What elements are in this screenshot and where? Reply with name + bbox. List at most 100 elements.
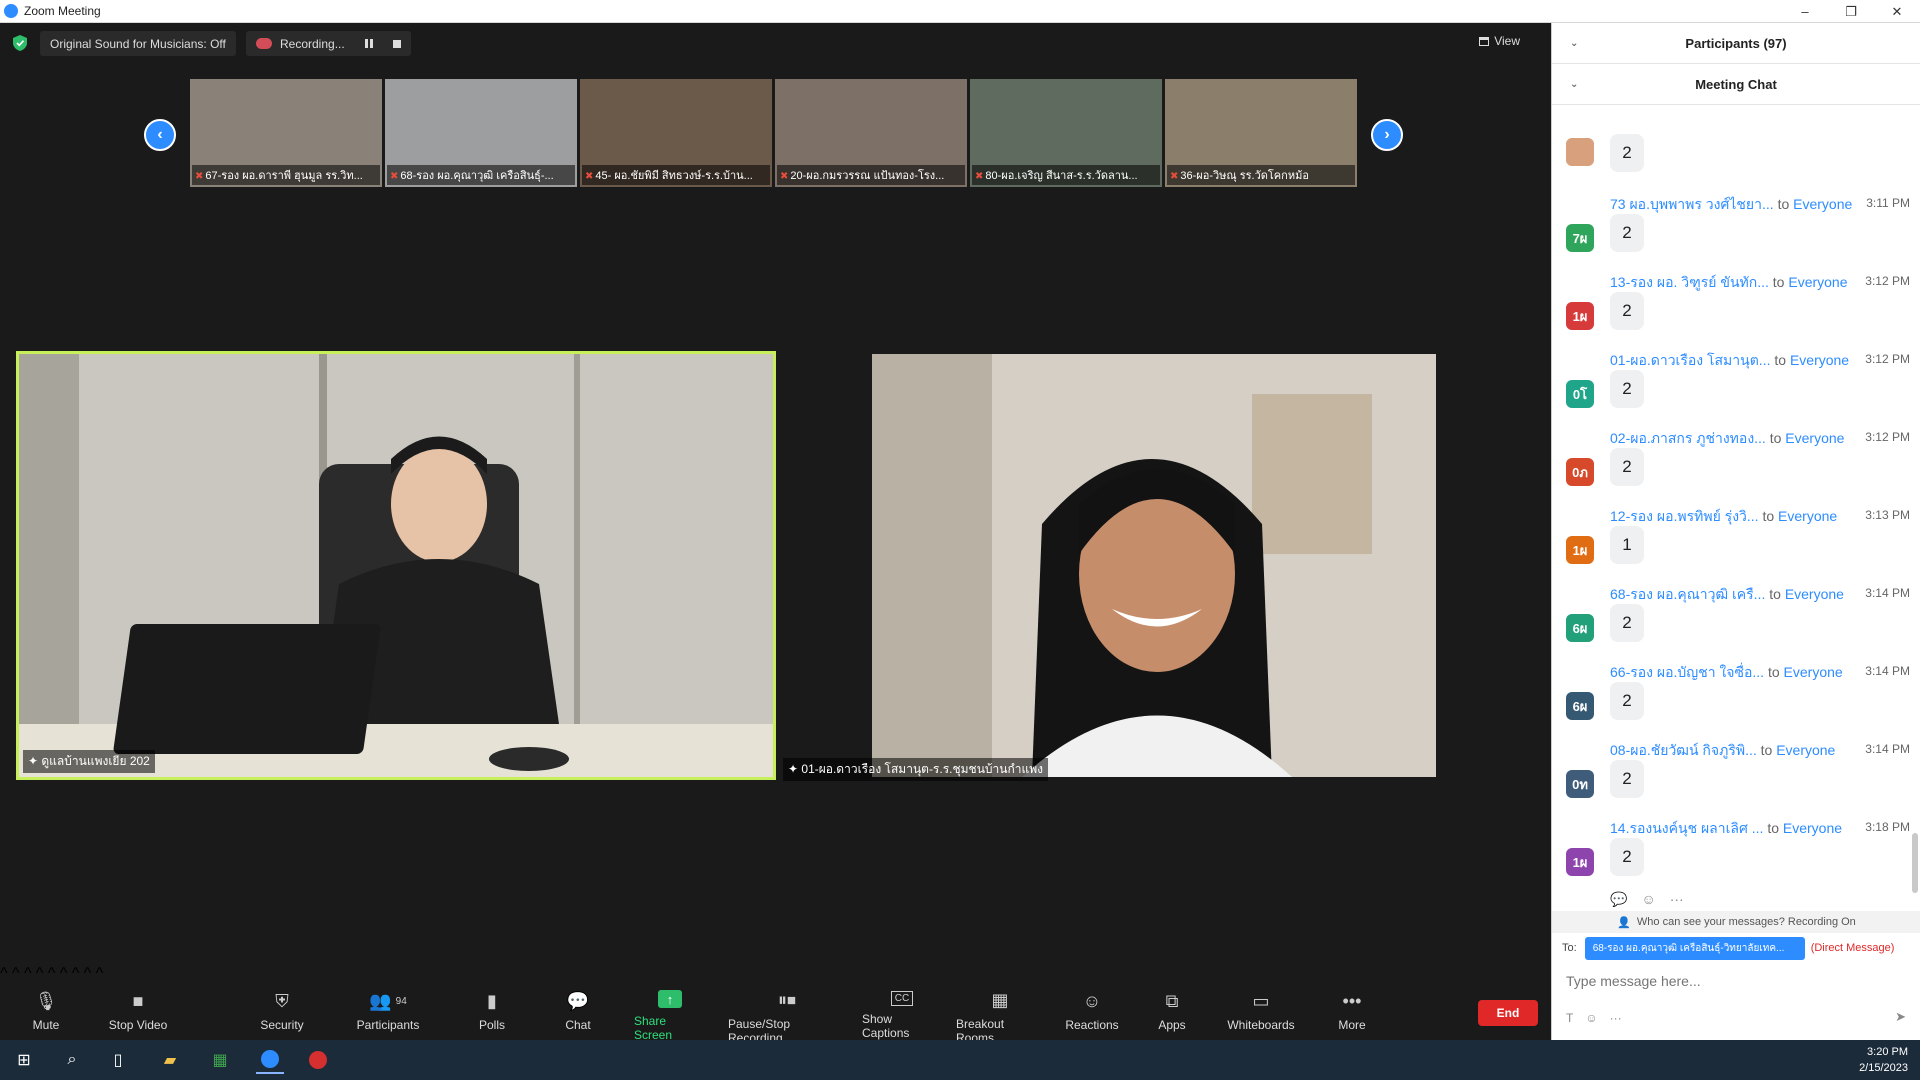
- shield-icon[interactable]: [13, 35, 27, 51]
- thumbnail-label: ✖ 68-รอง ผอ.คุณาวุฒิ เครือสินธุ์-...: [387, 165, 575, 185]
- active-speaker-video[interactable]: ✦ ดูแลบ้านแพงเยีย 202: [16, 351, 776, 780]
- next-page-button[interactable]: ›: [1371, 119, 1403, 151]
- file-explorer-icon[interactable]: ▰: [156, 1046, 184, 1074]
- participant-thumbnail[interactable]: ✖ 68-รอง ผอ.คุณาวุฒิ เครือสินธุ์-...: [385, 79, 577, 187]
- sender-name[interactable]: 08-ผอ.ชัยวัฒน์ กิจภูริพิ...: [1610, 742, 1757, 758]
- chat-header[interactable]: ⌄ Meeting Chat: [1552, 64, 1920, 105]
- previous-page-button[interactable]: ‹: [144, 119, 176, 151]
- recipient-name[interactable]: Everyone: [1790, 352, 1849, 368]
- zoom-logo-icon: [4, 4, 18, 18]
- message-time: 3:13 PM: [1865, 508, 1910, 522]
- apps-options-caret[interactable]: ^: [84, 965, 92, 982]
- chat-title: Meeting Chat: [1695, 76, 1777, 92]
- sender-name[interactable]: 66-รอง ผอ.บัญชา ใจซื่อ...: [1610, 664, 1764, 680]
- video-options-caret[interactable]: ^: [12, 965, 20, 982]
- polls-button[interactable]: ▮ Polls: [478, 990, 506, 1040]
- avatar: 6ผ: [1566, 614, 1594, 642]
- chat-message-input[interactable]: [1566, 969, 1906, 993]
- speaker-video-frame: [19, 354, 773, 777]
- recorder-icon[interactable]: [304, 1046, 332, 1074]
- format-text-icon[interactable]: T: [1566, 1011, 1573, 1025]
- participant-thumbnail[interactable]: ✖ 36-ผอ-วิษณุ รร.วัดโคกหม้อ: [1165, 79, 1357, 187]
- participants-options-caret[interactable]: ^: [24, 965, 32, 982]
- show-captions-label: Show Captions: [862, 1012, 910, 1040]
- meeting-toolbar: 🎙 Mute ^ ■ Stop Video ^ ⛨ Security 👥 94 P…: [0, 965, 1550, 1045]
- recipient-name[interactable]: Everyone: [1785, 586, 1844, 602]
- emoji-reaction-icon[interactable]: ☺: [1641, 891, 1655, 908]
- chat-message: 1ผ 12-รอง ผอ.พรทิพย์ รุ่งวิ... to Everyo…: [1552, 506, 1912, 584]
- more-options-icon[interactable]: ···: [1610, 1011, 1622, 1025]
- chat-button[interactable]: 💬 Chat: [564, 990, 592, 1040]
- share-screen-button[interactable]: ↑ Share Screen: [634, 990, 706, 1042]
- emoji-icon[interactable]: ☺: [1585, 1011, 1597, 1025]
- zoom-taskbar-icon[interactable]: [256, 1046, 284, 1074]
- chat-message: 2: [1552, 134, 1912, 174]
- participant-video[interactable]: [872, 354, 1436, 777]
- security-button[interactable]: ⛨ Security: [258, 990, 306, 1040]
- share-screen-label: Share Screen: [634, 1014, 673, 1042]
- send-icon[interactable]: ➤: [1895, 1009, 1906, 1025]
- share-options-caret[interactable]: ^: [48, 965, 56, 982]
- whiteboards-button[interactable]: ▭ Whiteboards: [1226, 990, 1296, 1040]
- minimize-button[interactable]: –: [1782, 0, 1828, 23]
- sender-name[interactable]: 02-ผอ.ภาสกร ภูช่างทอง...: [1610, 430, 1766, 446]
- recipient-name[interactable]: Everyone: [1783, 820, 1842, 836]
- reply-icon[interactable]: 💬: [1610, 891, 1627, 908]
- participant-thumbnail[interactable]: ✖ 45- ผอ.ชัยพิมี สิทธวงษ์-ร.ร.บ้าน...: [580, 79, 772, 187]
- stop-recording-icon[interactable]: [392, 39, 401, 48]
- breakout-rooms-button[interactable]: ▦ Breakout Rooms: [956, 990, 1044, 1045]
- chat-message: 1ผ 14.รองนงค์นุช ผลาเลิศ ... to Everyone…: [1552, 818, 1912, 896]
- close-button[interactable]: ✕: [1874, 0, 1920, 23]
- task-view-icon[interactable]: ▯: [104, 1046, 132, 1074]
- end-meeting-button[interactable]: End: [1478, 1000, 1538, 1026]
- view-button[interactable]: View: [1479, 34, 1520, 48]
- sender-name[interactable]: 12-รอง ผอ.พรทิพย์ รุ่งวิ...: [1610, 508, 1759, 524]
- recipient-name[interactable]: Everyone: [1785, 430, 1844, 446]
- recipient-name[interactable]: Everyone: [1784, 664, 1843, 680]
- captions-options-caret[interactable]: ^: [60, 965, 68, 982]
- stop-video-button[interactable]: ■ Stop Video: [106, 990, 170, 1040]
- polls-icon: ▮: [487, 990, 497, 1011]
- participant-thumbnail[interactable]: ✖ 67-รอง ผอ.ดาราพี ฮุนมูล รร.วิท...: [190, 79, 382, 187]
- app-grid-icon[interactable]: ▦: [206, 1046, 234, 1074]
- sender-name[interactable]: 73 ผอ.บุพพาพร วงศ์ไชยา...: [1610, 196, 1774, 212]
- reactions-button[interactable]: ☺ Reactions: [1065, 990, 1118, 1040]
- sender-name[interactable]: 68-รอง ผอ.คุณาวุฒิ เครื...: [1610, 586, 1765, 602]
- recipient-name[interactable]: Everyone: [1793, 196, 1852, 212]
- chevron-down-icon[interactable]: ⌄: [1570, 38, 1578, 49]
- recipient-name[interactable]: Everyone: [1776, 742, 1835, 758]
- chevron-down-icon[interactable]: ⌄: [1570, 79, 1578, 90]
- thumbnail-label: ✖ 20-ผอ.กมรวรรณ แป้นทอง-โรง...: [777, 165, 965, 185]
- audio-options-caret[interactable]: ^: [0, 965, 8, 982]
- recipient-select[interactable]: 68-รอง ผอ.คุณาวุฒิ เครือสินธุ์-วิทยาลัยเ…: [1584, 936, 1805, 960]
- whiteboards-options-caret[interactable]: ^: [96, 965, 104, 982]
- windows-start-icon[interactable]: ⊞: [10, 1046, 38, 1074]
- sender-name[interactable]: 14.รองนงค์นุช ผลาเลิศ ...: [1610, 820, 1763, 836]
- participants-header[interactable]: ⌄ Participants (97): [1552, 23, 1920, 64]
- chat-message-list[interactable]: 2 7ผ 73 ผอ.บุพพาพร วงศ์ไชยา... to Everyo…: [1552, 108, 1920, 918]
- recipient-name[interactable]: Everyone: [1778, 508, 1837, 524]
- original-sound-toggle[interactable]: Original Sound for Musicians: Off: [40, 31, 236, 56]
- pause-recording-icon[interactable]: [364, 39, 373, 48]
- participant-thumbnail[interactable]: ✖ 80-ผอ.เจริญ สีนาส-ร.ร.วัดลาน...: [970, 79, 1162, 187]
- pause-stop-recording-button[interactable]: ⏸⏹ Pause/Stop Recording: [728, 990, 846, 1045]
- show-captions-button[interactable]: CC Show Captions: [862, 990, 942, 1040]
- chat-scrollbar[interactable]: [1912, 833, 1918, 893]
- system-clock[interactable]: 3:20 PM 2/15/2023: [1859, 1044, 1908, 1076]
- apps-button[interactable]: ⧉ Apps: [1158, 990, 1186, 1040]
- sender-name[interactable]: 13-รอง ผอ. วิฑูรย์ ขันทัก...: [1610, 274, 1769, 290]
- reactions-options-caret[interactable]: ^: [72, 965, 80, 982]
- chat-options-caret[interactable]: ^: [36, 965, 44, 982]
- search-icon[interactable]: ⌕: [58, 1046, 86, 1074]
- participant-thumbnail[interactable]: ✖ 20-ผอ.กมรวรรณ แป้นทอง-โรง...: [775, 79, 967, 187]
- more-actions-icon[interactable]: ···: [1670, 891, 1684, 908]
- recipient-name[interactable]: Everyone: [1788, 274, 1847, 290]
- restore-button[interactable]: ❐: [1828, 0, 1874, 23]
- mute-button[interactable]: 🎙 Mute: [28, 990, 64, 1040]
- meeting-topbar: Original Sound for Musicians: Off Record…: [0, 23, 1550, 63]
- sender-name[interactable]: 01-ผอ.ดาวเรือง โสมานุต...: [1610, 352, 1770, 368]
- participants-button[interactable]: 👥 94 Participants: [354, 990, 422, 1040]
- privacy-note[interactable]: 👤 Who can see your messages? Recording O…: [1552, 911, 1920, 933]
- more-button[interactable]: ••• More: [1338, 990, 1366, 1040]
- message-header: 66-รอง ผอ.บัญชา ใจซื่อ... to Everyone 3:1…: [1610, 664, 1910, 680]
